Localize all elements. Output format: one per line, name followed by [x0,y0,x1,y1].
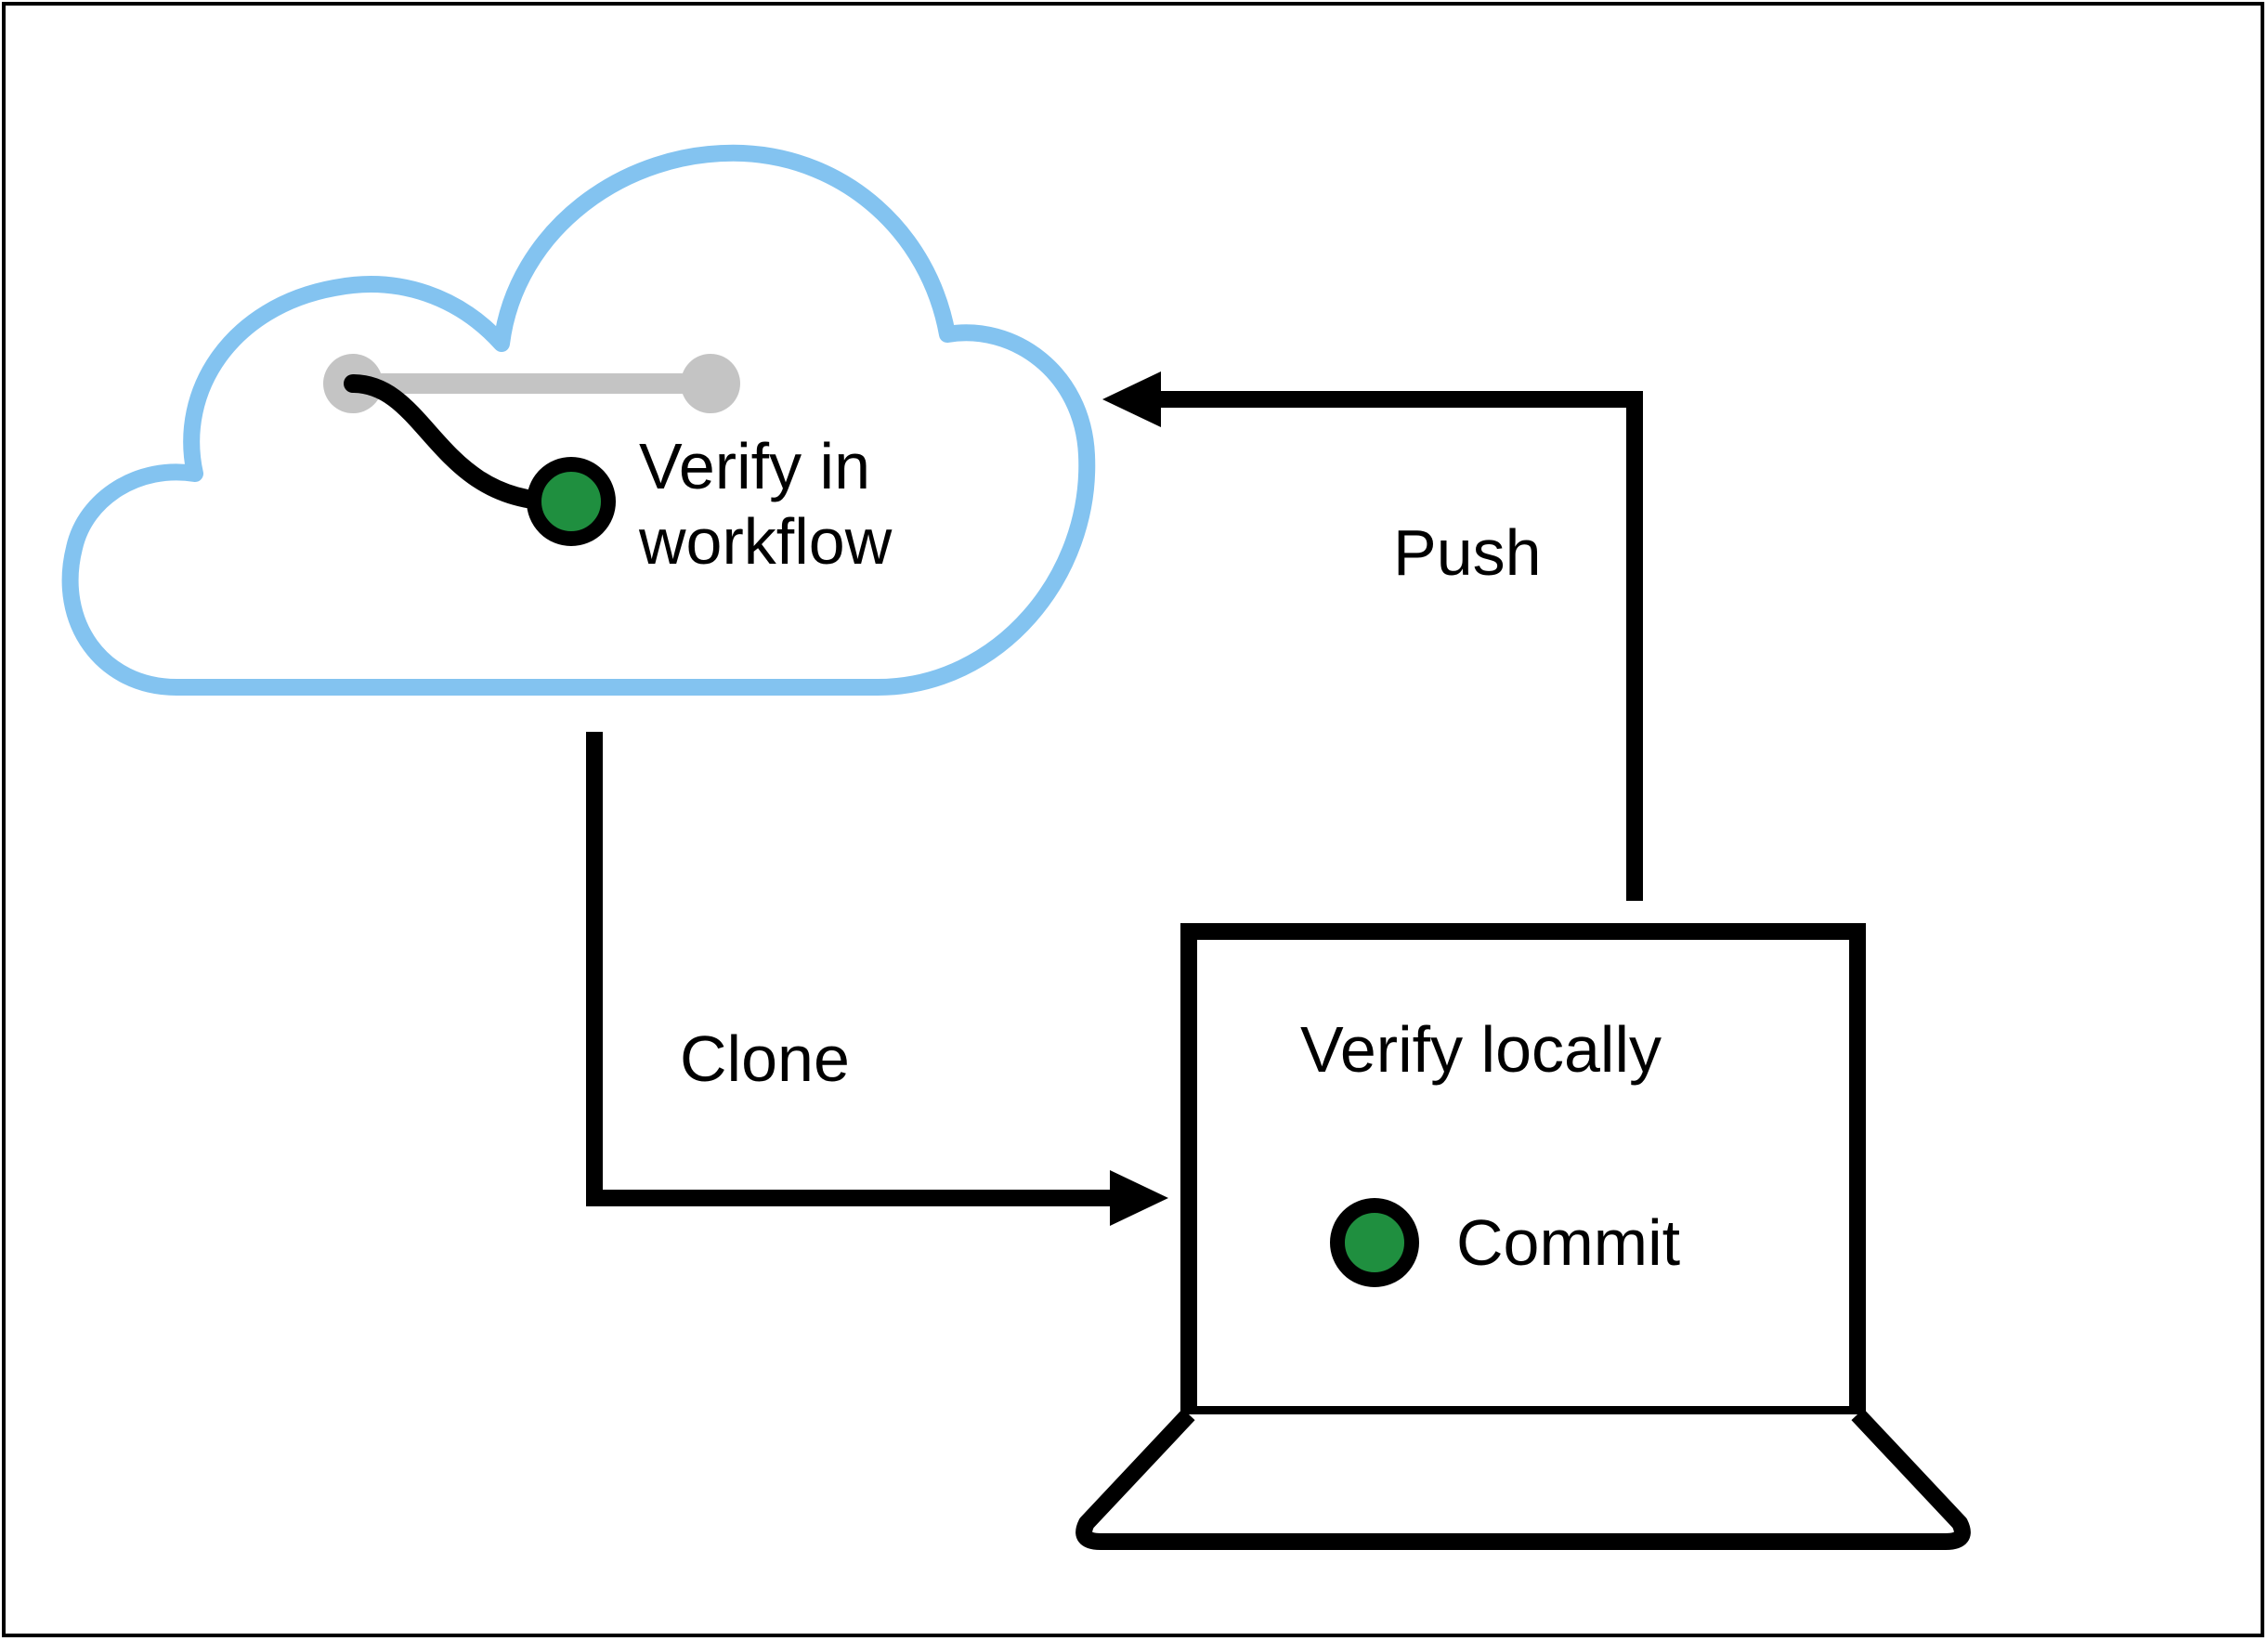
verify-in-workflow-line2: workflow [639,505,892,578]
branch-fork-curve [353,384,557,501]
verify-in-workflow-line1: Verify in [639,430,870,502]
verify-locally-label: Verify locally [1300,1012,1662,1087]
commit-label: Commit [1456,1205,1680,1281]
diagram-svg [0,0,2268,1641]
diagram-canvas: Verify in workflow Clone Push Verify loc… [0,0,2268,1641]
commit-node-cloud [534,464,608,539]
push-arrow [1102,371,1635,901]
clone-arrow [594,732,1168,1226]
cloud-icon [71,153,1088,687]
commit-node-laptop [1337,1205,1412,1280]
clone-label: Clone [680,1022,850,1097]
push-label: Push [1393,515,1542,591]
verify-in-workflow-label: Verify in workflow [639,429,945,579]
